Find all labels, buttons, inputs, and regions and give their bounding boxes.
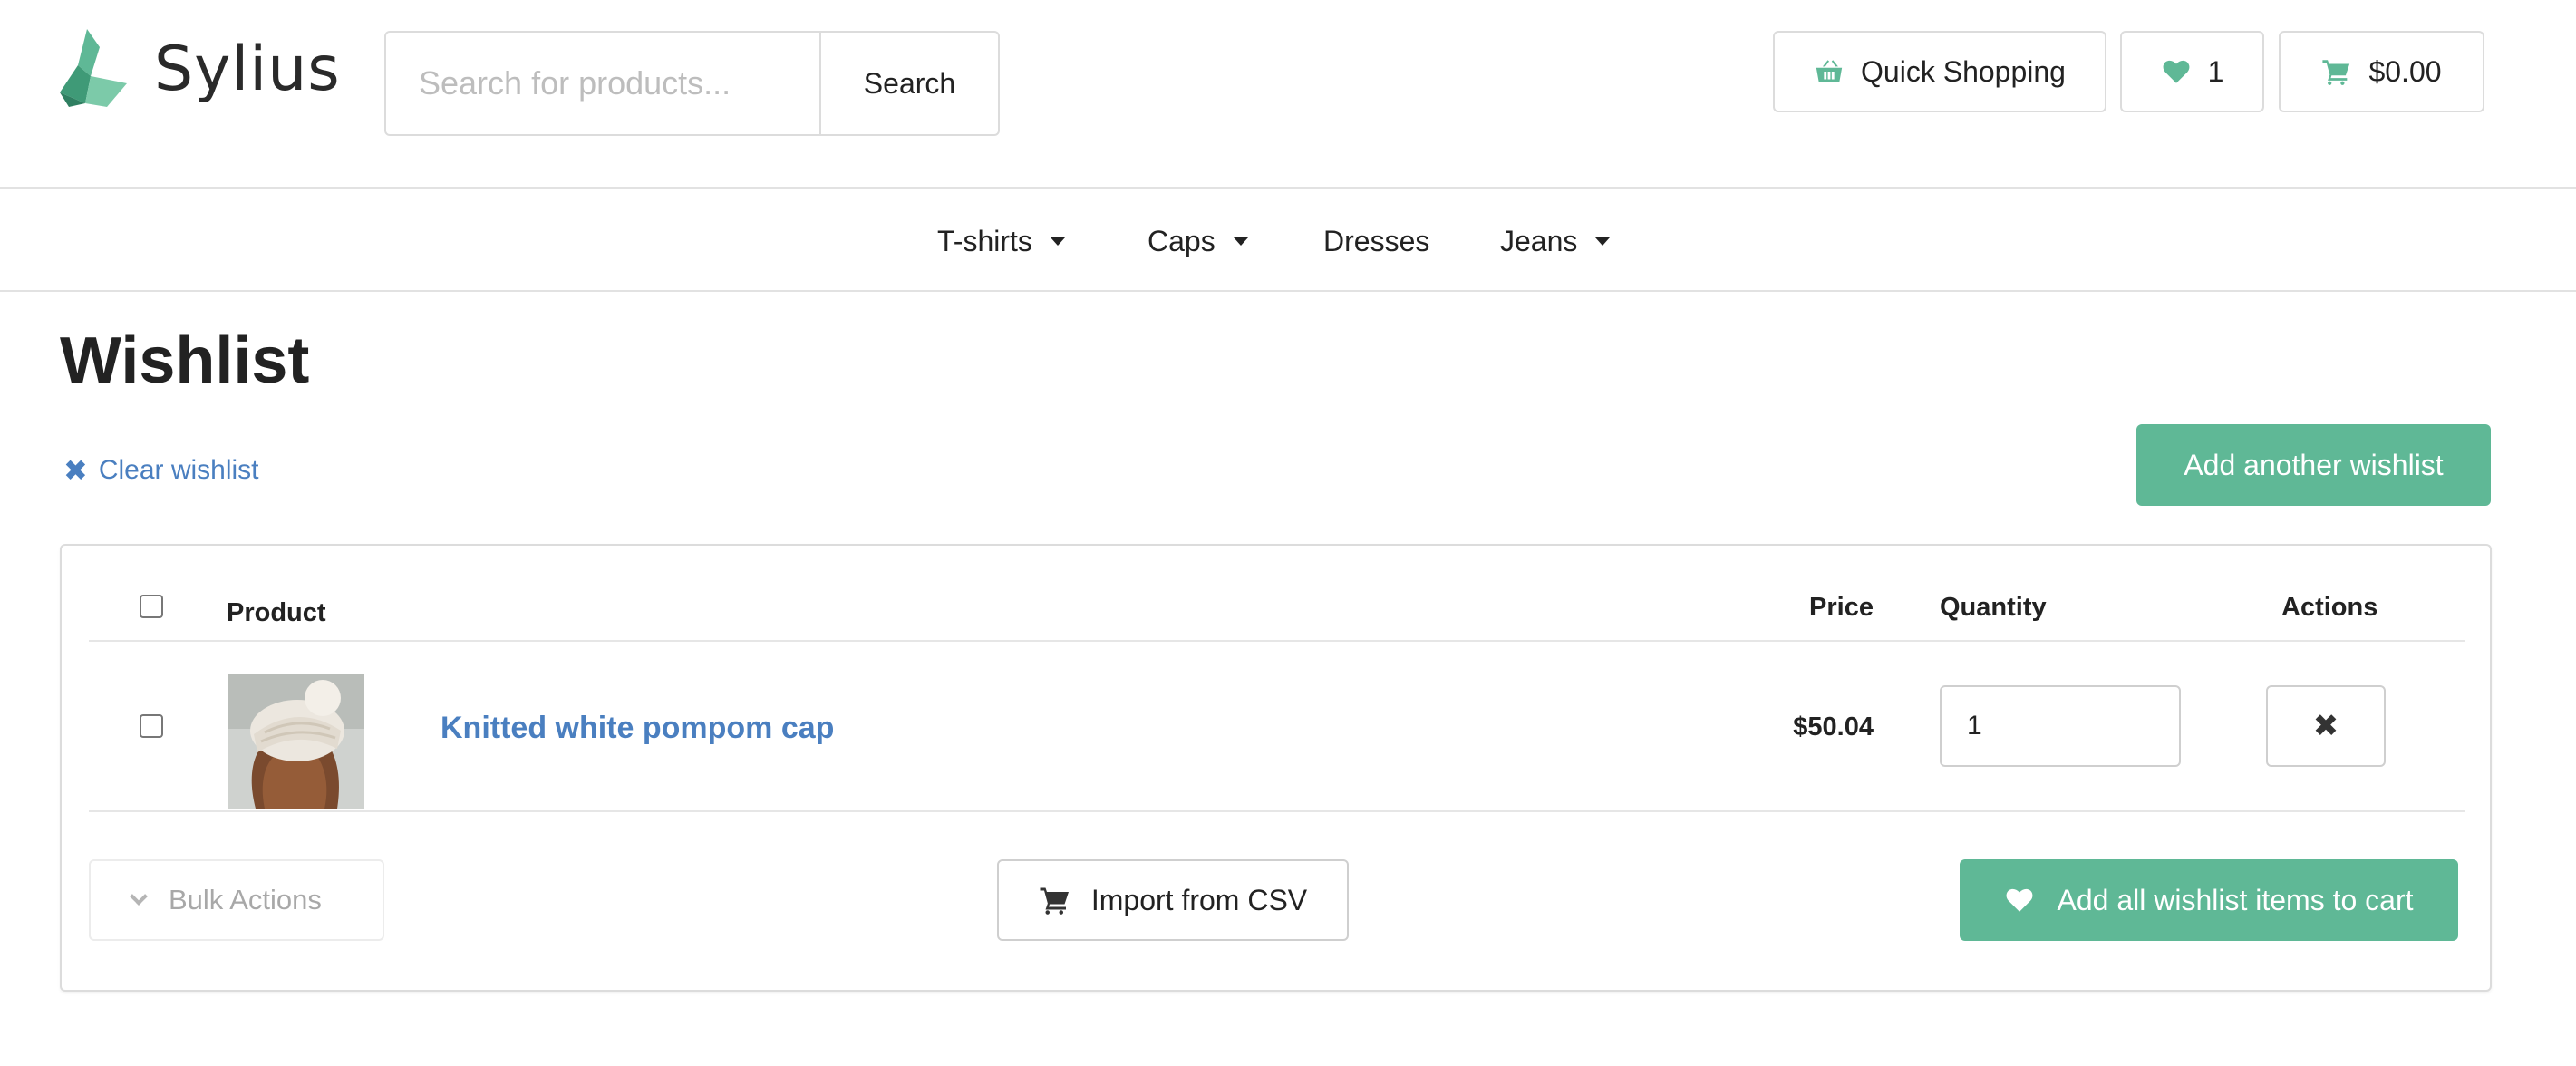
nav-item-caps[interactable]: Caps [1148,190,1248,292]
wishlist-button[interactable]: 1 [2120,31,2264,112]
wishlist-count: 1 [2207,54,2224,88]
nav-item-label: Dresses [1323,224,1430,257]
main-nav: T-shirts Caps Dresses Jeans [0,190,2576,292]
product-image [228,674,364,809]
caret-down-icon [1595,237,1611,246]
logo-text: Sylius [154,34,341,105]
add-all-to-cart-button[interactable]: Add all wishlist items to cart [1960,859,2458,941]
cart-total: $0.00 [2368,54,2442,88]
remove-item-button[interactable]: ✖ [2266,685,2386,767]
clear-wishlist-label: Clear wishlist [98,455,259,485]
quick-shopping-button[interactable]: Quick Shopping [1773,31,2106,112]
nav-item-label: Caps [1148,224,1215,257]
site-header: Sylius Search Quick Shopping 1 $0.00 [0,0,2576,189]
sylius-logo-icon [60,29,127,107]
select-all-checkbox[interactable] [140,595,163,618]
logo[interactable]: Sylius [60,29,341,111]
import-from-csv-button[interactable]: Import from CSV [997,859,1349,941]
quick-shopping-label: Quick Shopping [1861,54,2066,88]
bulk-actions-label: Bulk Actions [169,884,322,916]
row-checkbox[interactable] [140,714,163,738]
product-price: $50.04 [1793,712,1874,741]
column-header-price: Price [1809,593,1874,622]
cart-icon [1040,887,1069,915]
divider [89,640,2465,642]
basket-icon [1816,60,1843,82]
column-header-product: Product [227,598,326,627]
search-button[interactable]: Search [819,31,1000,136]
clear-wishlist-link[interactable]: ✖ Clear wishlist [63,453,259,488]
close-icon: ✖ [63,454,88,487]
bulk-actions-dropdown[interactable]: Bulk Actions [89,859,384,941]
import-from-csv-label: Import from CSV [1090,883,1308,916]
page-title: Wishlist [60,325,310,397]
caret-down-icon [1050,237,1065,246]
cart-button[interactable]: $0.00 [2279,31,2484,112]
chevron-down-icon [130,887,148,906]
search-input[interactable] [384,31,821,136]
caret-down-icon [1233,237,1248,246]
add-all-to-cart-label: Add all wishlist items to cart [2057,883,2414,916]
divider [89,810,2465,812]
nav-item-t-shirts[interactable]: T-shirts [937,190,1065,292]
wishlist-card: Product Price Quantity Actions Knitted w… [60,544,2492,992]
add-another-wishlist-button[interactable]: Add another wishlist [2136,424,2491,506]
nav-item-jeans[interactable]: Jeans [1500,190,1611,292]
nav-item-label: T-shirts [937,224,1032,257]
heart-icon [2007,888,2033,912]
close-icon: ✖ [2312,709,2339,743]
product-thumbnail[interactable] [228,674,364,809]
nav-item-label: Jeans [1500,224,1578,257]
heart-icon [2163,60,2190,83]
column-header-actions: Actions [2281,593,2378,622]
product-name-link[interactable]: Knitted white pompom cap [441,711,834,746]
quantity-input[interactable] [1940,685,2181,767]
column-header-quantity: Quantity [1940,593,2047,622]
nav-item-dresses[interactable]: Dresses [1323,190,1429,292]
cart-icon [2322,60,2350,85]
